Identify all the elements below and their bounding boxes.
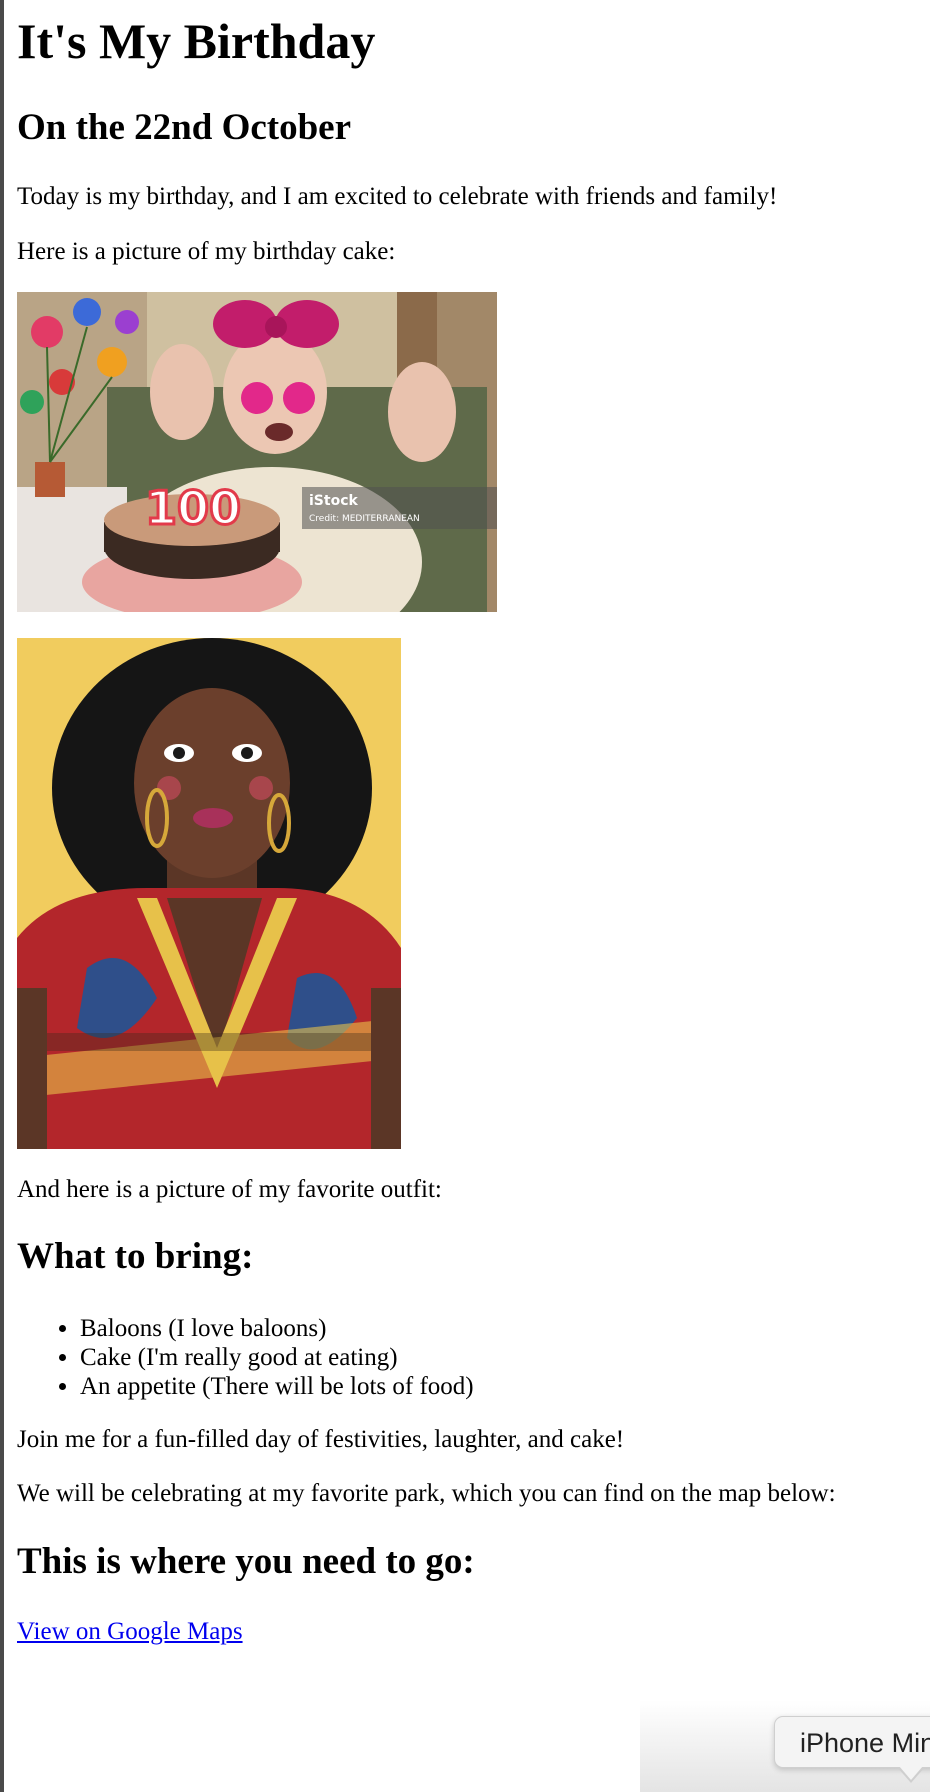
bring-list: Baloons (I love baloons) Cake (I'm reall… [17, 1314, 474, 1401]
location-text: We will be celebrating at my favorite pa… [17, 1480, 836, 1507]
list-item: Cake (I'm really good at eating) [80, 1343, 474, 1372]
google-maps-link[interactable]: View on Google Maps [17, 1617, 243, 1647]
directions-heading: This is where you need to go: [17, 1541, 475, 1582]
join-text: Join me for a fun-filled day of festivit… [17, 1426, 625, 1453]
watermark-credit: Credit: MEDITERRANEAN [309, 514, 420, 524]
watermark-brand: iStock [309, 493, 358, 509]
device-menu-pointer-fill [899, 1766, 923, 1780]
candle-number: 100 [145, 481, 241, 535]
bring-heading: What to bring: [17, 1236, 254, 1277]
cake-caption: Here is a picture of my birthday cake: [17, 238, 396, 265]
favorite-outfit-image [17, 638, 401, 1149]
page-title: It's My Birthday [17, 13, 376, 69]
window-edge [0, 0, 4, 1792]
list-item: Baloons (I love baloons) [80, 1314, 474, 1343]
list-item: An appetite (There will be lots of food) [80, 1372, 474, 1401]
device-select-button[interactable]: iPhone Mini [774, 1716, 930, 1768]
intro-text: Today is my birthday, and I am excited t… [17, 183, 778, 210]
date-heading: On the 22nd October [17, 107, 352, 148]
birthday-cake-image: 100 iStock Credit: MEDITERRANEAN [17, 292, 497, 612]
outfit-caption: And here is a picture of my favorite out… [17, 1176, 442, 1203]
